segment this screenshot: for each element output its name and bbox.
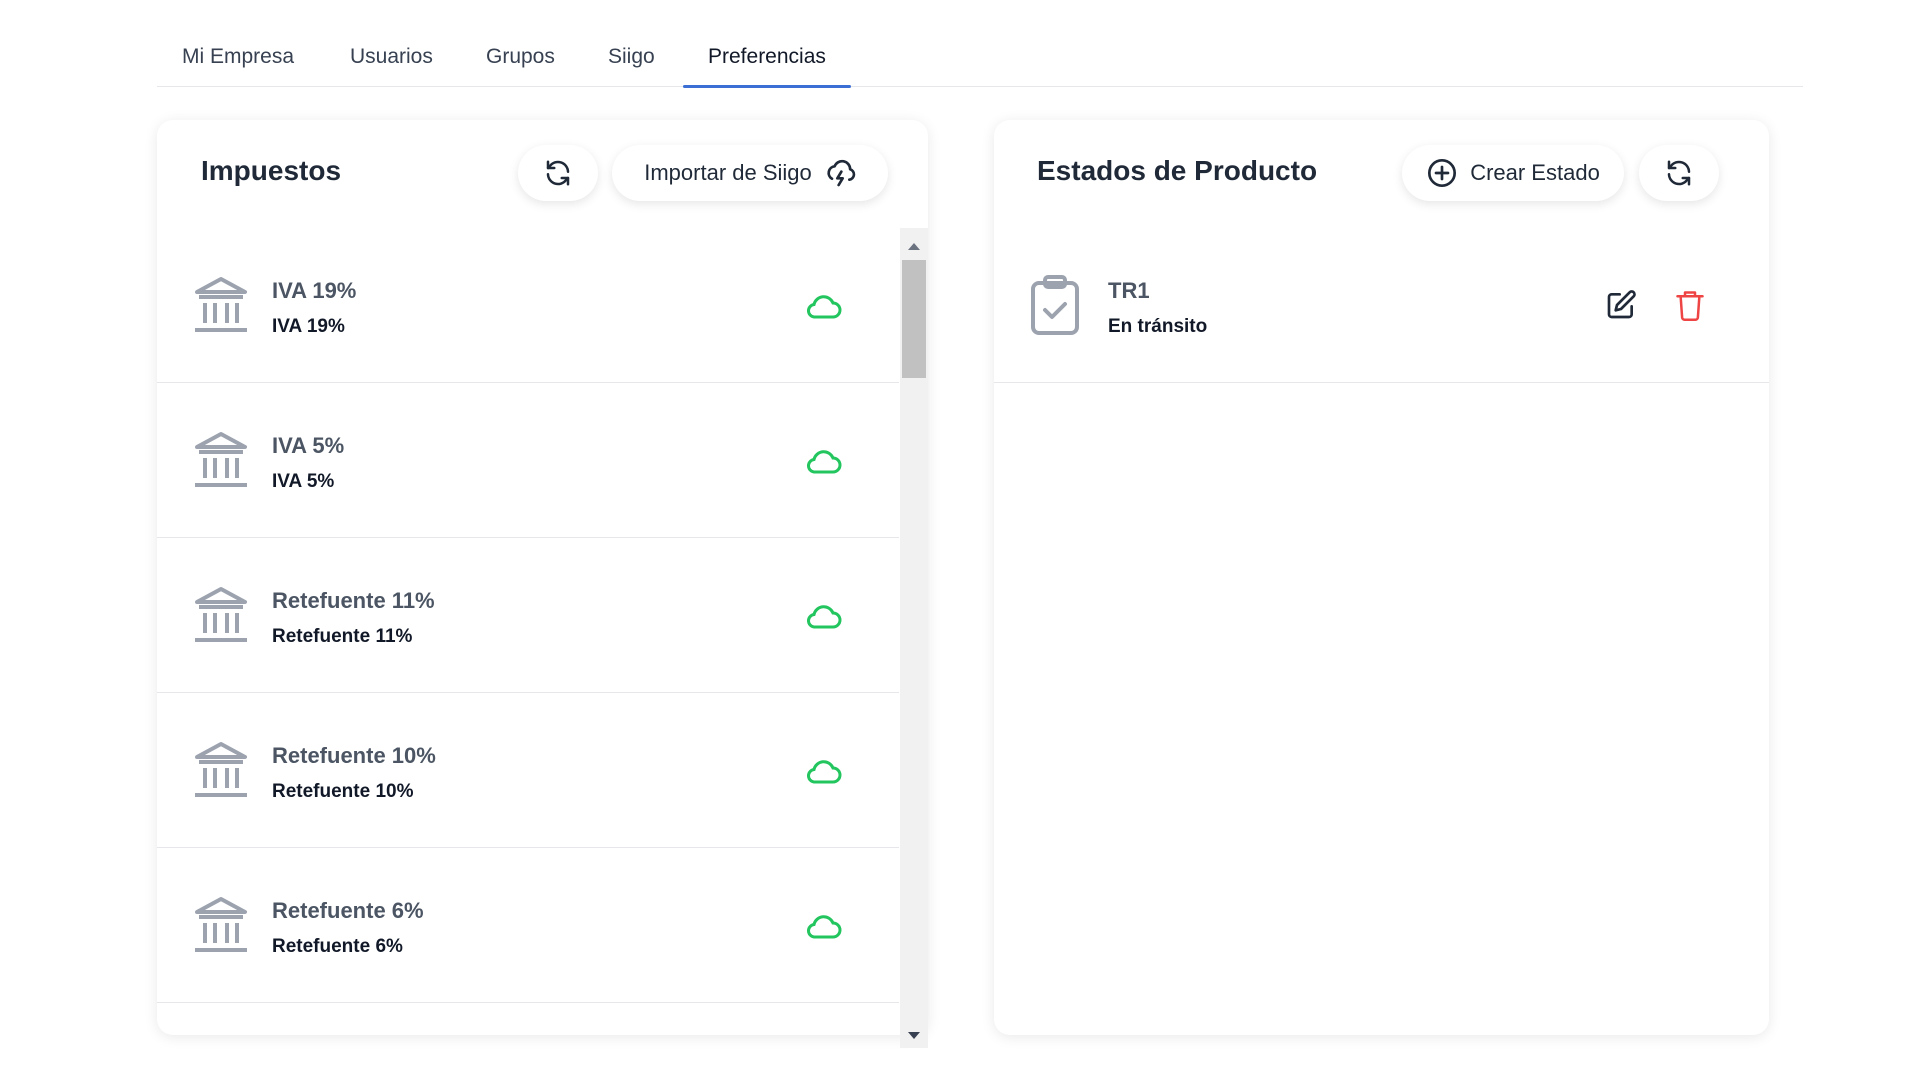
- tab-grupos[interactable]: Grupos: [486, 36, 555, 87]
- estados-title: Estados de Producto: [1037, 155, 1318, 186]
- tax-description: Retefuente 6%: [272, 936, 403, 957]
- list-item[interactable]: TR1 En tránsito: [994, 228, 1769, 383]
- refresh-icon: [546, 160, 570, 186]
- import-siigo-label: Importar de Siigo: [644, 160, 812, 185]
- tab-mi-empresa[interactable]: Mi Empresa: [182, 36, 294, 87]
- estado-name: TR1: [1108, 278, 1150, 303]
- bank-icon: [193, 274, 249, 341]
- tax-name: IVA 5%: [272, 433, 345, 458]
- cloud-icon: [804, 912, 842, 945]
- trash-icon[interactable]: [1675, 288, 1705, 327]
- cloud-lightning-icon: [827, 159, 856, 187]
- impuestos-scrollbar[interactable]: [900, 228, 928, 1048]
- import-siigo-button[interactable]: Importar de Siigo: [612, 145, 888, 201]
- list-item[interactable]: IVA 19% IVA 19%: [157, 228, 899, 383]
- tax-name: IVA 19%: [272, 278, 357, 303]
- cloud-icon: [804, 292, 842, 325]
- tax-description: IVA 5%: [272, 471, 335, 492]
- tab-bar: Mi Empresa Usuarios Grupos Siigo Prefere…: [157, 36, 1803, 88]
- bank-icon: [193, 894, 249, 961]
- crear-estado-button[interactable]: Crear Estado: [1402, 145, 1624, 201]
- tab-siigo[interactable]: Siigo: [608, 36, 655, 87]
- impuestos-title: Impuestos: [201, 155, 342, 186]
- impuestos-list: IVA 19% IVA 19% IVA 5% IVA 5% Retefuente…: [157, 228, 899, 1036]
- cloud-icon: [804, 757, 842, 790]
- edit-icon[interactable]: [1605, 289, 1637, 326]
- estados-refresh-button[interactable]: [1639, 145, 1719, 201]
- plus-circle-icon: [1428, 159, 1457, 187]
- tab-usuarios[interactable]: Usuarios: [350, 36, 433, 87]
- tax-description: Retefuente 10%: [272, 781, 414, 802]
- list-item[interactable]: IVA 5% IVA 5%: [157, 383, 899, 538]
- tax-name: Retefuente 6%: [272, 898, 424, 923]
- clipboard-check-icon: [1030, 274, 1080, 341]
- tab-preferencias[interactable]: Preferencias: [683, 36, 851, 88]
- scroll-down-arrow-icon[interactable]: [900, 1026, 928, 1046]
- impuestos-refresh-button[interactable]: [518, 145, 598, 201]
- list-item[interactable]: Retefuente 6% Retefuente 6%: [157, 848, 899, 1003]
- scroll-up-arrow-icon[interactable]: [900, 236, 928, 256]
- tax-description: Retefuente 11%: [272, 626, 413, 647]
- bank-icon: [193, 584, 249, 651]
- refresh-icon: [1667, 160, 1691, 186]
- bank-icon: [193, 739, 249, 806]
- bank-icon: [193, 429, 249, 496]
- scroll-thumb[interactable]: [902, 260, 926, 378]
- crear-estado-label: Crear Estado: [1470, 160, 1600, 185]
- cloud-icon: [804, 447, 842, 480]
- tax-name: Retefuente 10%: [272, 743, 436, 768]
- cloud-icon: [804, 602, 842, 635]
- tax-description: IVA 19%: [272, 316, 345, 337]
- list-item[interactable]: Retefuente 10% Retefuente 10%: [157, 693, 899, 848]
- list-item[interactable]: Retefuente 11% Retefuente 11%: [157, 538, 899, 693]
- estado-description: En tránsito: [1108, 316, 1208, 337]
- tax-name: Retefuente 11%: [272, 588, 435, 613]
